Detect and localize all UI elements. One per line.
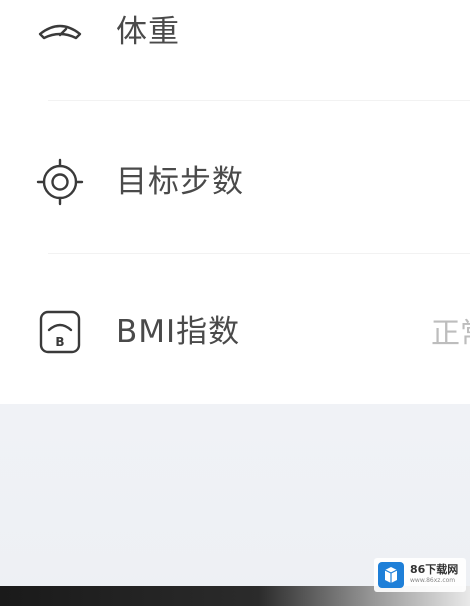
divider xyxy=(48,253,470,254)
bmi-label: BMI指数 xyxy=(116,314,241,350)
target-steps-row[interactable]: 目标步数 xyxy=(0,132,470,232)
bmi-row[interactable]: B BMI指数 正常 xyxy=(0,282,470,382)
watermark-logo-icon xyxy=(378,562,404,588)
settings-list: 体重 目标步数 B BMI指数 正常 xyxy=(0,0,470,404)
weight-label: 体重 xyxy=(116,14,180,50)
bmi-value: 正常 xyxy=(431,316,470,350)
watermark-url: www.86xz.com xyxy=(410,577,456,584)
divider xyxy=(48,100,470,101)
gauge-icon xyxy=(36,8,84,56)
svg-text:B: B xyxy=(55,335,64,349)
target-icon xyxy=(36,158,84,206)
watermark-title: 86下载网 xyxy=(410,563,459,576)
weight-row[interactable]: 体重 xyxy=(0,0,470,82)
bmi-icon: B xyxy=(36,308,84,356)
watermark: 86下载网 www.86xz.com xyxy=(374,558,466,592)
target-steps-label: 目标步数 xyxy=(116,164,244,200)
